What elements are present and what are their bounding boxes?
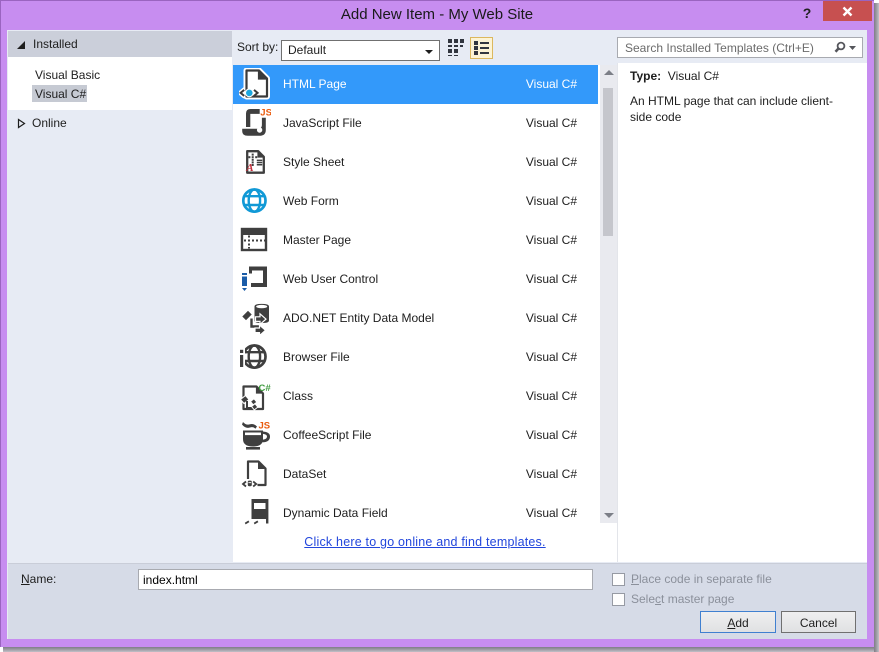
svg-text:A: A xyxy=(245,162,253,174)
svg-text:JS: JS xyxy=(259,421,271,432)
svg-text:C#: C# xyxy=(259,383,272,394)
svg-text:JS: JS xyxy=(260,108,271,119)
